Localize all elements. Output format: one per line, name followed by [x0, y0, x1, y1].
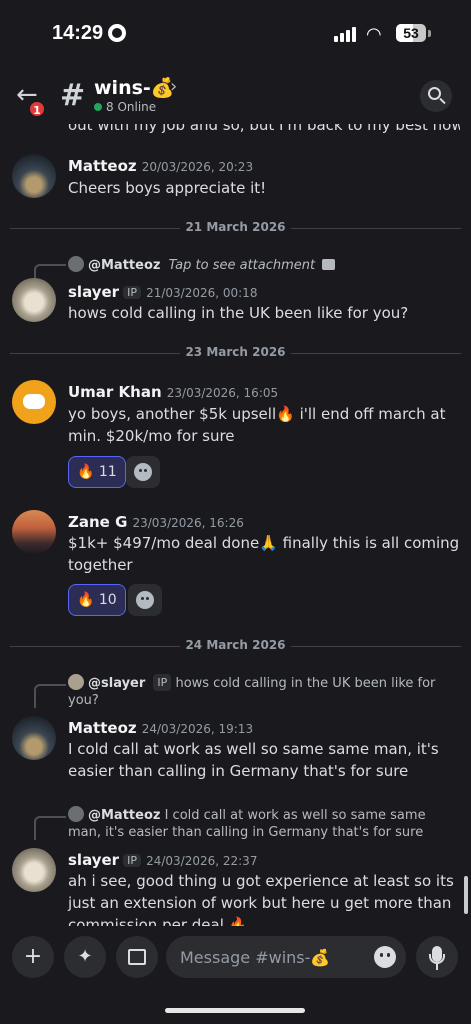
signal-icon — [334, 26, 358, 42]
battery-icon: 53 — [396, 24, 426, 42]
search-button[interactable] — [420, 80, 452, 112]
reply-connector — [34, 264, 66, 278]
timestamp: 23/03/2026, 16:05 — [166, 386, 279, 400]
reply-author: @slayer — [88, 676, 146, 691]
online-count: 8 Online — [94, 100, 156, 114]
timestamp: 24/03/2026, 19:13 — [141, 722, 254, 736]
reply-connector — [34, 684, 66, 708]
reaction-count: 10 — [98, 592, 117, 608]
reply-role-tag: IP — [153, 674, 172, 691]
reply-avatar — [68, 806, 84, 822]
chevron-right-icon[interactable]: › — [170, 76, 177, 97]
author-name[interactable]: Zane G — [68, 513, 127, 531]
battery-level: 53 — [403, 25, 419, 41]
role-tag: IP — [123, 854, 141, 867]
add-reaction-button[interactable] — [126, 456, 160, 488]
image-icon — [322, 259, 336, 270]
message-text: $1k+ $497/mo deal done🙏 finally this is … — [68, 534, 460, 574]
author-name[interactable]: Matteoz — [68, 157, 137, 175]
hash-icon: # — [60, 78, 86, 113]
avatar[interactable] — [12, 154, 56, 198]
reaction-fire[interactable]: 🔥 10 — [68, 584, 126, 616]
partial-message-text: out with my job and so, but I'm back to … — [68, 124, 460, 134]
message-text: yo boys, another $5k upsell🔥 i'll end of… — [68, 405, 446, 445]
reply-preview[interactable]: @Matteoz I cold call at work as well so … — [68, 806, 460, 841]
message-list[interactable]: out with my job and so, but I'm back to … — [0, 124, 471, 926]
plus-button[interactable]: + — [12, 936, 54, 978]
avatar[interactable] — [12, 510, 56, 554]
message-text: ah i see, good thing u got experience at… — [68, 872, 454, 926]
discord-icon — [23, 394, 45, 409]
add-reaction-icon — [136, 591, 154, 609]
author-name[interactable]: slayer — [68, 851, 119, 869]
gift-icon — [128, 949, 146, 965]
emoji-icon[interactable] — [374, 946, 396, 968]
channel-name[interactable]: wins-💰 — [94, 76, 174, 99]
message-input-wrapper[interactable] — [166, 936, 406, 978]
reaction-fire[interactable]: 🔥 11 — [68, 456, 126, 488]
message-composer: + ✦ — [0, 930, 471, 990]
reply-connector — [34, 816, 66, 840]
apps-button[interactable]: ✦ — [64, 936, 106, 978]
role-tag: IP — [123, 286, 141, 299]
gift-button[interactable] — [116, 936, 158, 978]
reaction-emoji: 🔥 — [77, 592, 95, 608]
author-name[interactable]: Matteoz — [68, 719, 137, 737]
reply-avatar — [68, 256, 84, 272]
online-dot — [94, 103, 102, 111]
gear-icon — [108, 24, 126, 42]
home-indicator[interactable] — [165, 1008, 305, 1013]
timestamp: 20/03/2026, 20:23 — [141, 160, 254, 174]
avatar[interactable] — [12, 380, 56, 424]
timestamp: 23/03/2026, 16:26 — [132, 516, 244, 530]
message-input[interactable] — [180, 936, 370, 978]
wifi-icon: ◠ — [366, 24, 382, 45]
reply-preview[interactable]: @Matteoz Tap to see attachment — [68, 256, 460, 273]
clock: 14:29 — [52, 22, 104, 44]
author-name[interactable]: Umar Khan — [68, 383, 162, 401]
timestamp: 24/03/2026, 22:37 — [146, 854, 258, 868]
reply-preview[interactable]: @slayer IP hows cold calling in the UK b… — [68, 674, 460, 709]
plus-icon: + — [23, 944, 43, 969]
avatar[interactable] — [12, 716, 56, 760]
channel-header: ← 1 # wins-💰 › 8 Online — [0, 64, 471, 124]
unread-badge: 1 — [28, 100, 46, 118]
message-text: hows cold calling in the UK been like fo… — [68, 304, 409, 322]
battery-tip — [428, 30, 431, 37]
reply-text: Tap to see attachment — [168, 258, 316, 273]
message-text: Cheers boys appreciate it! — [68, 179, 267, 197]
reply-avatar — [68, 674, 84, 690]
timestamp: 21/03/2026, 00:18 — [146, 286, 258, 300]
reply-author: @Matteoz — [88, 808, 161, 823]
reaction-count: 11 — [98, 464, 117, 480]
date-divider-label: 23 March 2026 — [180, 345, 291, 359]
online-text: 8 Online — [106, 100, 157, 114]
reply-author: @Matteoz — [88, 258, 161, 273]
status-bar: 14:29 ◠ 53 — [0, 0, 471, 64]
date-divider-label: 21 March 2026 — [180, 220, 291, 234]
author-name[interactable]: slayer — [68, 283, 119, 301]
microphone-button[interactable] — [416, 936, 458, 978]
avatar[interactable] — [12, 278, 56, 322]
apps-icon: ✦ — [77, 946, 93, 967]
scrollbar[interactable] — [464, 876, 468, 914]
reaction-emoji: 🔥 — [77, 464, 95, 480]
add-reaction-button[interactable] — [128, 584, 162, 616]
add-reaction-icon — [134, 463, 152, 481]
message-text: I cold call at work as well so same same… — [68, 740, 439, 780]
date-divider-label: 24 March 2026 — [180, 638, 291, 652]
avatar[interactable] — [12, 848, 56, 892]
